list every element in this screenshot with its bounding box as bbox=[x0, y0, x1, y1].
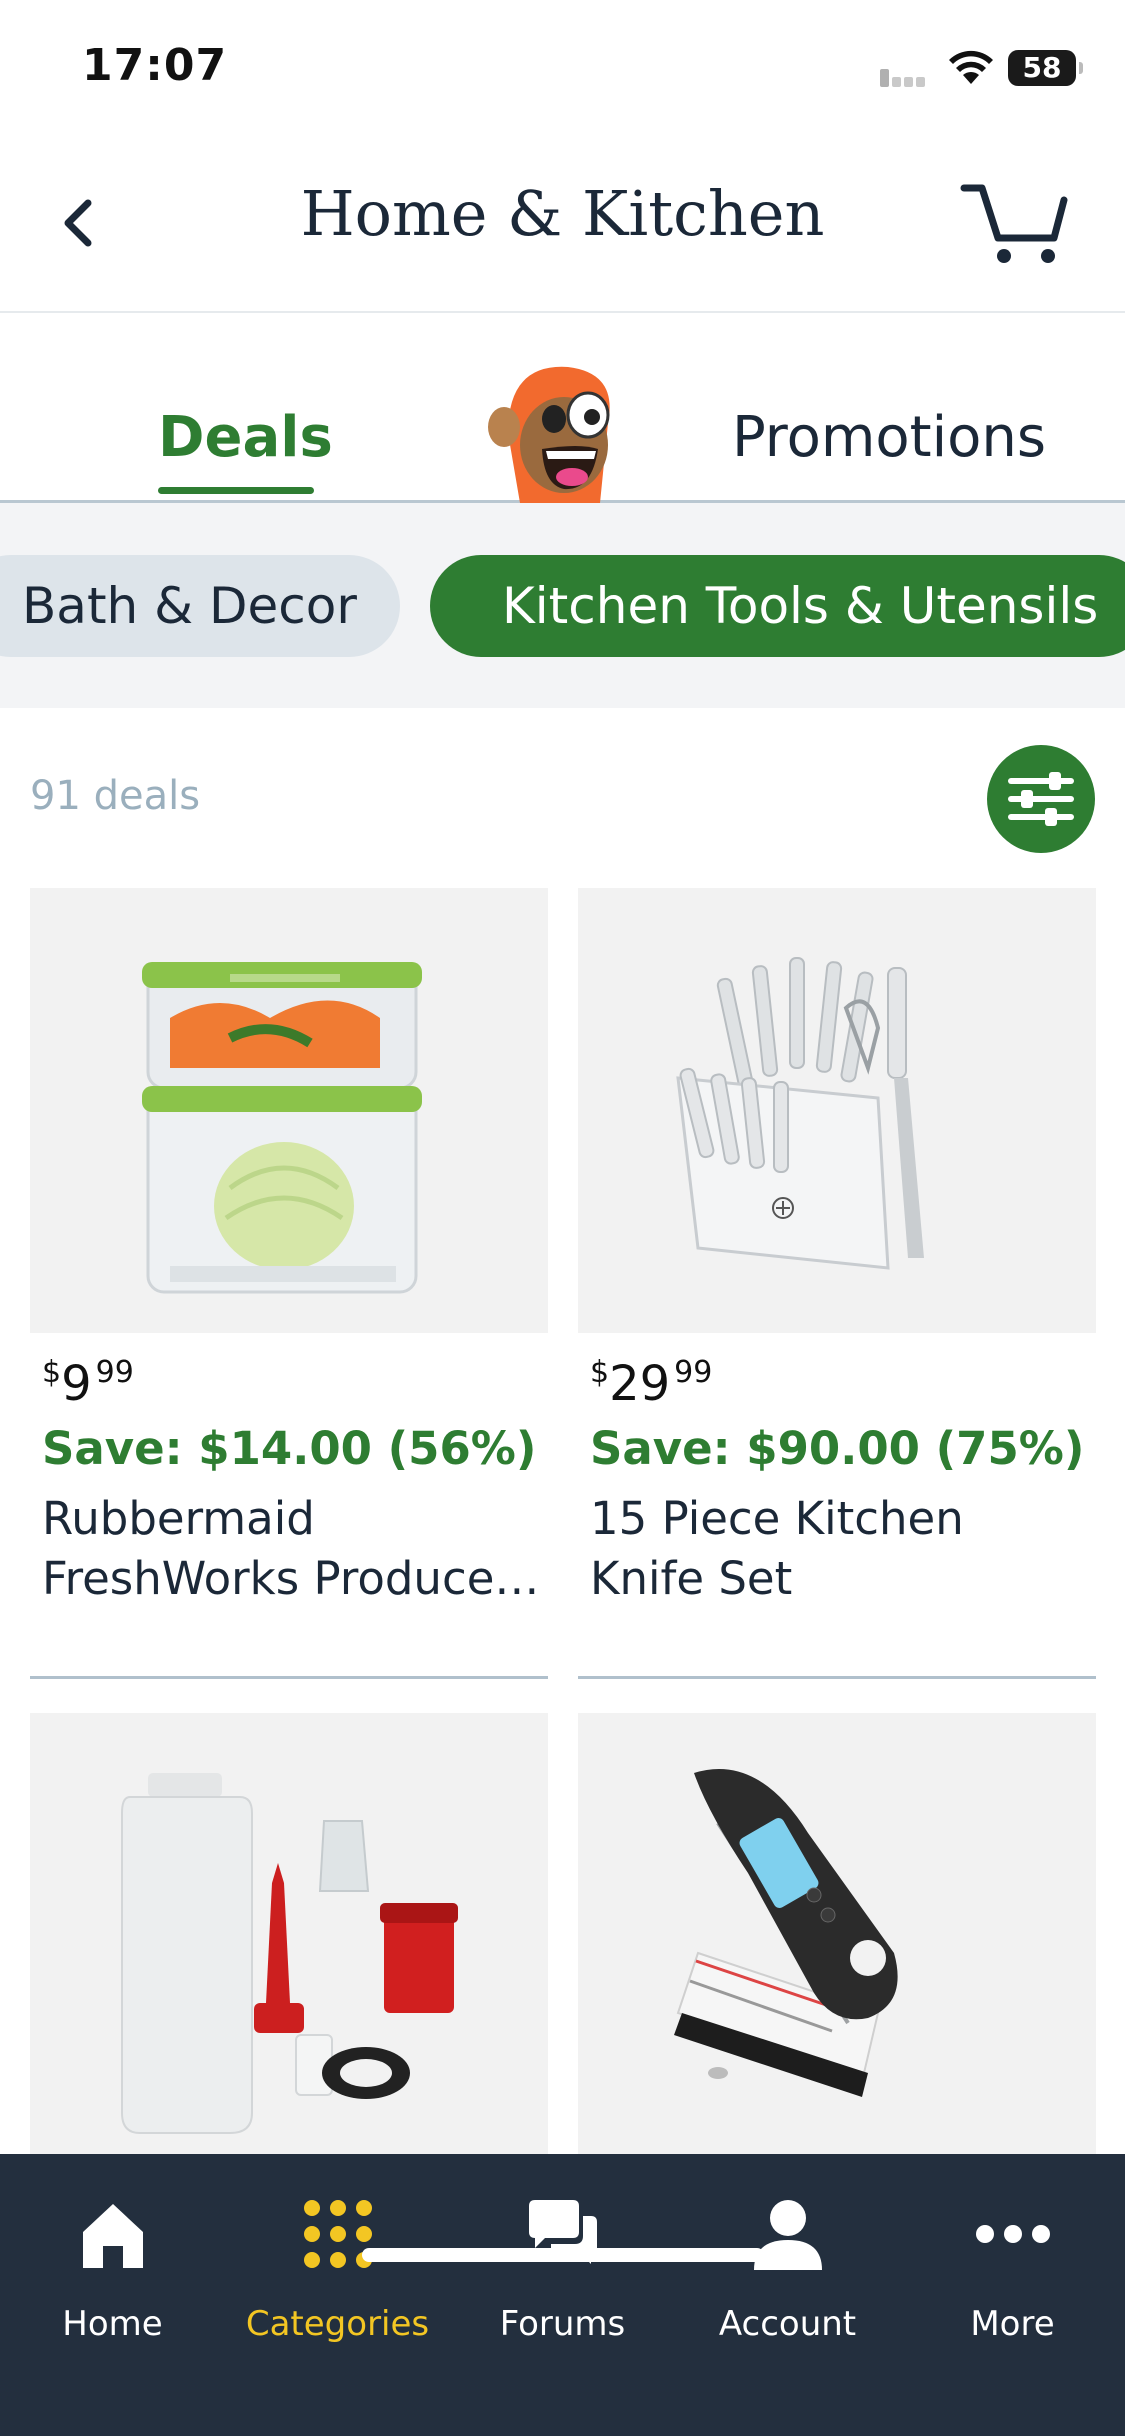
more-icon bbox=[975, 2225, 1050, 2243]
category-chips: Bath & Decor Kitchen Tools & Utensils bbox=[0, 503, 1125, 708]
home-indicator bbox=[362, 2248, 764, 2262]
tab-deals[interactable]: Deals bbox=[158, 405, 333, 470]
status-time: 17:07 bbox=[82, 40, 228, 91]
deals-tabs: Deals Promotions bbox=[0, 313, 1125, 535]
product-image-meat-thermometer[interactable] bbox=[578, 1713, 1096, 2158]
page-title: Home & Kitchen bbox=[300, 177, 825, 250]
product-savings: Save: $90.00 (75%) bbox=[590, 1422, 1085, 1475]
active-tab-indicator bbox=[158, 487, 314, 494]
battery-icon: 58 bbox=[1008, 50, 1083, 86]
product-title[interactable]: Rubbermaid FreshWorks Produce Saver bbox=[42, 1489, 542, 1609]
home-icon bbox=[82, 2204, 143, 2268]
person-icon bbox=[753, 2200, 822, 2270]
status-bar: 17:07 58 bbox=[0, 0, 1125, 135]
product-image-squeeze-bottle[interactable] bbox=[30, 1713, 548, 2158]
tab-home[interactable]: Home bbox=[0, 2194, 225, 2344]
tab-account-label: Account bbox=[718, 2304, 857, 2344]
chat-bubbles-icon bbox=[528, 2200, 597, 2264]
tab-more[interactable]: More bbox=[900, 2194, 1125, 2344]
tab-account[interactable]: Account bbox=[675, 2194, 900, 2344]
tab-categories[interactable]: Categories bbox=[225, 2194, 450, 2344]
product-image-knife-set[interactable] bbox=[578, 888, 1096, 1333]
tab-more-label: More bbox=[970, 2304, 1055, 2344]
tab-forums[interactable]: Forums bbox=[450, 2194, 675, 2344]
cart-button[interactable] bbox=[960, 180, 1070, 270]
card-divider bbox=[30, 1676, 548, 1679]
product-title[interactable]: 15 Piece Kitchen Knife Set bbox=[590, 1489, 1090, 1609]
tab-home-label: Home bbox=[62, 2304, 163, 2344]
tab-forums-label: Forums bbox=[499, 2304, 626, 2344]
bottom-tab-bar: Home Categories Forums Account More bbox=[0, 2154, 1125, 2436]
chip-kitchen-tools-utensils[interactable]: Kitchen Tools & Utensils bbox=[430, 555, 1125, 657]
tab-promotions[interactable]: Promotions bbox=[732, 405, 1046, 470]
grid-icon bbox=[303, 2200, 372, 2268]
product-card[interactable] bbox=[30, 1713, 548, 2158]
tab-categories-label: Categories bbox=[245, 2304, 430, 2344]
product-savings: Save: $14.00 (56%) bbox=[42, 1422, 537, 1475]
filter-button[interactable] bbox=[987, 745, 1095, 853]
cart-icon bbox=[960, 184, 1068, 263]
sliders-icon bbox=[1008, 772, 1074, 826]
product-card[interactable]: $29 99 Save: $90.00 (75%) 15 Piece Kitche… bbox=[578, 888, 1096, 1679]
card-divider bbox=[578, 1676, 1096, 1679]
cellular-signal-icon bbox=[880, 68, 928, 87]
product-price: $29 99 bbox=[590, 1355, 713, 1412]
nav-bar: Home & Kitchen bbox=[0, 135, 1125, 313]
deal-count: 91 deals bbox=[30, 773, 201, 819]
wifi-icon bbox=[948, 50, 994, 90]
product-card[interactable]: $9 99 Save: $14.00 (56%) Rubbermaid Fresh… bbox=[30, 888, 548, 1679]
product-card[interactable] bbox=[578, 1713, 1096, 2158]
product-price: $9 99 bbox=[42, 1355, 134, 1412]
chip-bath-decor[interactable]: Bath & Decor bbox=[0, 555, 400, 657]
product-image-produce-saver[interactable] bbox=[30, 888, 548, 1333]
